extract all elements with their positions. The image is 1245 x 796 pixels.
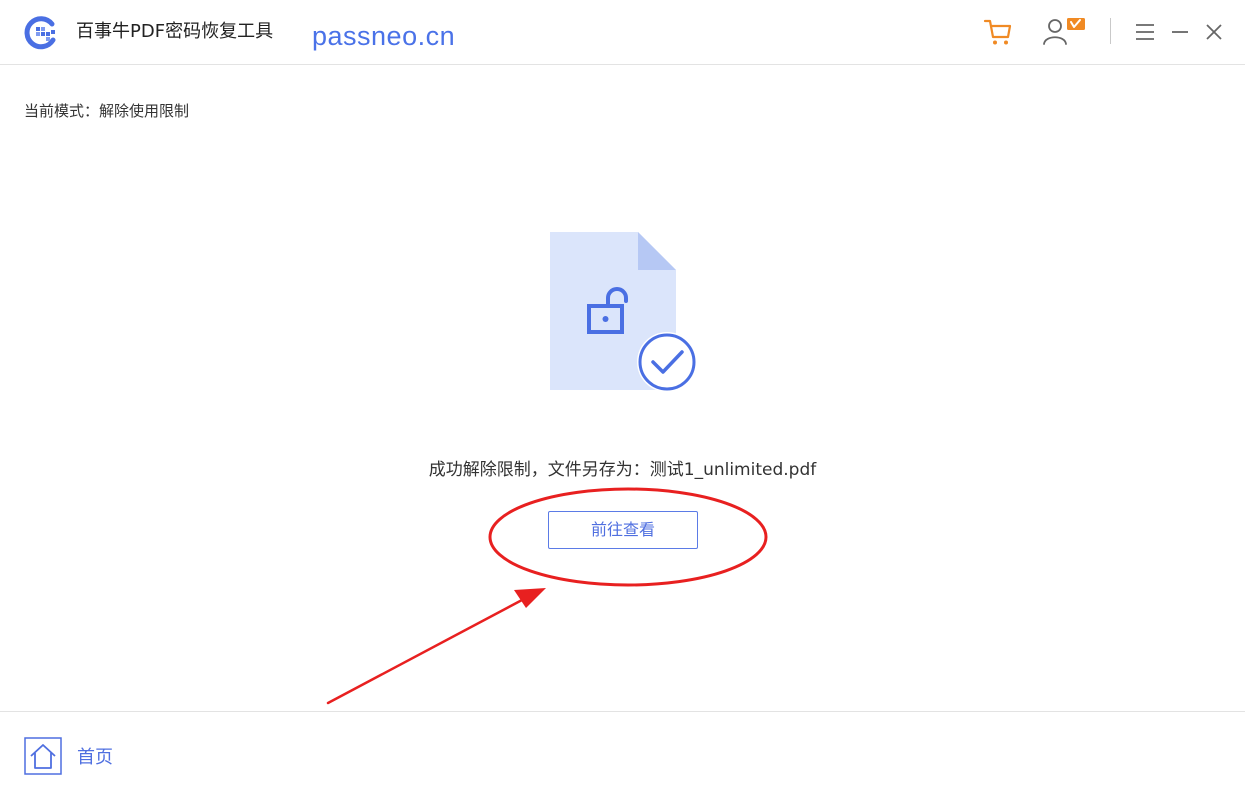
title-bar: 百事牛PDF密码恢复工具 passneo.cn (0, 0, 1245, 65)
unlocked-document-check-icon (550, 232, 697, 392)
result-message: 成功解除限制，文件另存为：测试1_unlimited.pdf (428, 460, 817, 480)
user-vip-icon[interactable] (1042, 16, 1088, 48)
home-button[interactable]: 首页 (24, 737, 113, 775)
app-window: 百事牛PDF密码恢复工具 passneo.cn 当前模式：解除使用限制 成功解除… (0, 0, 1245, 796)
minimize-icon[interactable] (1170, 16, 1190, 48)
current-mode-label: 当前模式：解除使用限制 (24, 102, 190, 120)
annotation-arrow-shaft (326, 598, 524, 705)
annotation-arrow-head (514, 588, 546, 608)
app-logo-icon (24, 16, 56, 50)
home-icon (24, 737, 62, 775)
app-title: 百事牛PDF密码恢复工具 (76, 21, 274, 42)
bottom-bar: 首页 (0, 711, 1245, 796)
titlebar-divider (1110, 18, 1111, 44)
view-file-button[interactable]: 前往查看 (548, 511, 698, 549)
close-icon[interactable] (1204, 16, 1224, 48)
menu-icon[interactable] (1134, 16, 1156, 48)
cart-icon[interactable] (982, 16, 1014, 48)
watermark-text: passneo.cn (312, 21, 456, 51)
home-label: 首页 (77, 747, 113, 768)
